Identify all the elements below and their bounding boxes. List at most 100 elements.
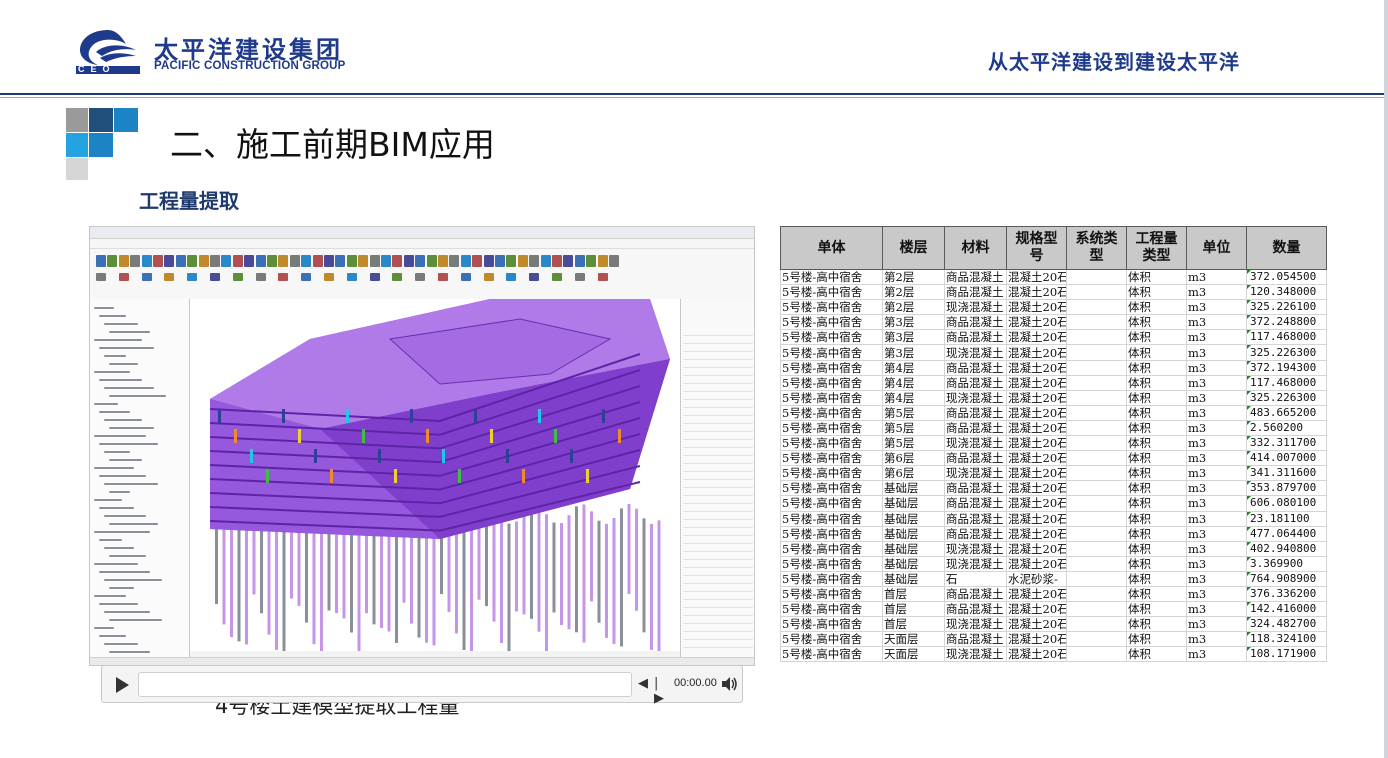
ribbon-tool-icon[interactable] (198, 255, 209, 267)
ribbon-tool-icon[interactable] (141, 255, 152, 267)
ribbon-tool-icon[interactable] (346, 255, 357, 267)
property-row[interactable] (683, 521, 753, 528)
ribbon-tool-icon[interactable] (552, 273, 562, 281)
ribbon-tool-icon[interactable] (552, 255, 562, 267)
ribbon-tool-icon[interactable] (141, 273, 152, 281)
seek-bar[interactable] (138, 672, 632, 697)
volume-icon[interactable] (720, 675, 738, 693)
ribbon-tool-icon[interactable] (392, 255, 403, 267)
ribbon-tool-icon[interactable] (255, 273, 266, 281)
ribbon-tool-icon[interactable] (118, 255, 129, 267)
ribbon-tool-icon[interactable] (335, 255, 346, 267)
tree-item[interactable] (94, 531, 150, 533)
tree-item[interactable] (94, 435, 146, 437)
ribbon-tool-icon[interactable] (415, 273, 426, 281)
property-row[interactable] (683, 417, 753, 424)
tree-item[interactable] (109, 363, 138, 365)
property-row[interactable] (683, 561, 753, 568)
property-row[interactable] (683, 385, 753, 392)
property-row[interactable] (683, 601, 753, 608)
ribbon-tool-icon[interactable] (301, 273, 312, 281)
tree-item[interactable] (109, 587, 134, 589)
property-row[interactable] (683, 345, 753, 352)
tree-item[interactable] (94, 403, 118, 405)
tree-item[interactable] (94, 499, 122, 501)
property-row[interactable] (683, 569, 753, 576)
ribbon-tool-icon[interactable] (164, 255, 175, 267)
tree-item[interactable] (99, 443, 158, 445)
tree-item[interactable] (94, 307, 114, 309)
ribbon-tool-icon[interactable] (187, 273, 198, 281)
property-row[interactable] (683, 489, 753, 496)
tree-item[interactable] (99, 347, 154, 349)
ribbon-tool-icon[interactable] (609, 255, 619, 267)
property-row[interactable] (683, 537, 753, 544)
tree-item[interactable] (104, 547, 134, 549)
tree-item[interactable] (104, 323, 138, 325)
ribbon-tool-icon[interactable] (506, 255, 517, 267)
property-row[interactable] (683, 457, 753, 464)
tree-item[interactable] (109, 331, 150, 333)
property-row[interactable] (683, 473, 753, 480)
tree-item[interactable] (109, 651, 150, 653)
ribbon-tool-icon[interactable] (164, 273, 175, 281)
ribbon-tool-icon[interactable] (369, 255, 380, 267)
property-row[interactable] (683, 481, 753, 488)
ribbon-tool-icon[interactable] (449, 255, 460, 267)
ribbon-tool-icon[interactable] (415, 255, 426, 267)
tree-item[interactable] (104, 579, 162, 581)
tree-item[interactable] (104, 419, 142, 421)
ribbon-tool-icon[interactable] (586, 255, 597, 267)
ribbon-tool-icon[interactable] (187, 255, 198, 267)
property-row[interactable] (683, 337, 753, 344)
ribbon-tool-icon[interactable] (529, 273, 540, 281)
tree-item[interactable] (104, 451, 130, 453)
property-row[interactable] (683, 545, 753, 552)
ribbon-tool-icon[interactable] (346, 273, 357, 281)
ribbon-tool-icon[interactable] (597, 255, 608, 267)
tree-item[interactable] (104, 515, 146, 517)
ribbon-tool-icon[interactable] (506, 273, 517, 281)
ribbon-tool-icon[interactable] (210, 255, 220, 267)
tree-item[interactable] (99, 571, 150, 573)
property-row[interactable] (683, 497, 753, 504)
tree-item[interactable] (99, 603, 138, 605)
property-row[interactable] (683, 585, 753, 592)
property-row[interactable] (683, 641, 753, 648)
ribbon-tool-icon[interactable] (96, 273, 106, 281)
tree-item[interactable] (99, 507, 134, 509)
tree-item[interactable] (109, 523, 158, 525)
tree-item[interactable] (104, 483, 158, 485)
ribbon-tool-icon[interactable] (529, 255, 540, 267)
property-row[interactable] (683, 401, 753, 408)
property-row[interactable] (683, 513, 753, 520)
ribbon-tool-icon[interactable] (483, 255, 494, 267)
ribbon-tool-icon[interactable] (460, 255, 471, 267)
property-row[interactable] (683, 449, 753, 456)
tree-item[interactable] (99, 475, 146, 477)
tree-item[interactable] (109, 459, 142, 461)
ribbon-tool-icon[interactable] (153, 255, 163, 267)
tree-item[interactable] (104, 387, 154, 389)
ribbon-tool-icon[interactable] (495, 255, 505, 267)
ribbon-tool-icon[interactable] (289, 255, 300, 267)
tree-item[interactable] (94, 595, 126, 597)
ribbon-tool-icon[interactable] (563, 255, 574, 267)
property-row[interactable] (683, 577, 753, 584)
tree-item[interactable] (109, 491, 130, 493)
ribbon-tool-icon[interactable] (118, 273, 129, 281)
property-row[interactable] (683, 625, 753, 632)
ribbon-tool-icon[interactable] (244, 255, 255, 267)
ribbon-tool-icon[interactable] (438, 273, 448, 281)
ribbon-tool-icon[interactable] (597, 273, 608, 281)
tree-item[interactable] (99, 379, 142, 381)
tree-item[interactable] (109, 395, 166, 397)
ribbon-tool-icon[interactable] (312, 255, 323, 267)
property-row[interactable] (683, 361, 753, 368)
tree-item[interactable] (109, 619, 162, 621)
tree-item[interactable] (109, 555, 146, 557)
property-row[interactable] (683, 353, 753, 360)
ribbon-tool-icon[interactable] (221, 255, 232, 267)
property-row[interactable] (683, 465, 753, 472)
ribbon-tool-icon[interactable] (324, 273, 334, 281)
